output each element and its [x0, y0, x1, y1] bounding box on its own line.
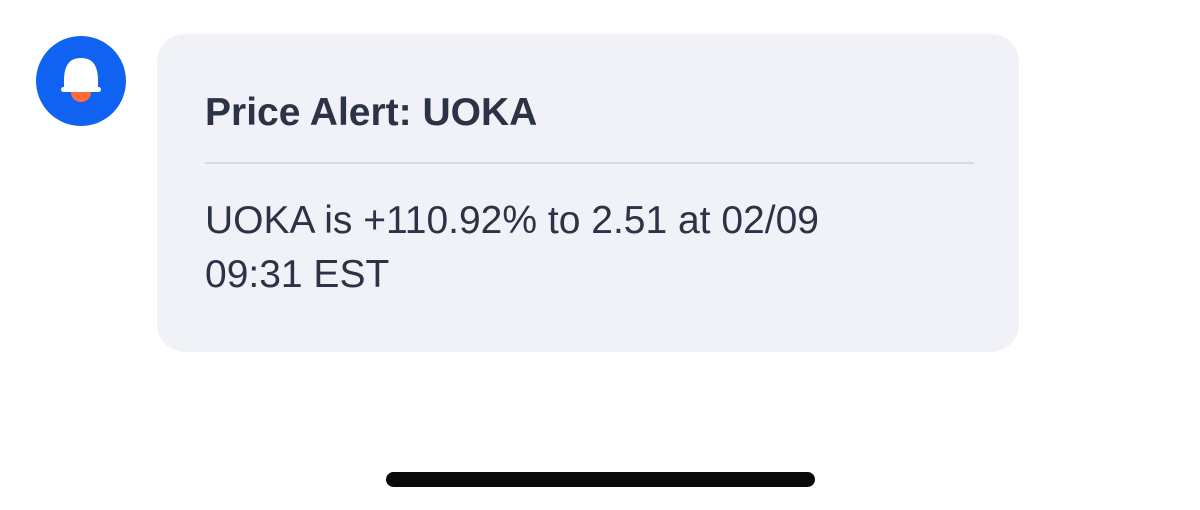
notification-body: UOKA is +110.92% to 2.51 at 02/09 09:31 E…	[205, 194, 945, 302]
home-indicator[interactable]	[386, 472, 815, 487]
notification-body-line-1: UOKA is +110.92% to 2.51 at 02/09	[205, 199, 819, 242]
notification-card[interactable]: Price Alert: UOKA UOKA is +110.92% to 2.…	[157, 34, 1019, 352]
app-avatar[interactable]	[36, 36, 126, 126]
notification-body-line-2: 09:31 EST	[205, 253, 390, 296]
notification-title: Price Alert: UOKA	[205, 91, 538, 134]
divider	[205, 162, 974, 164]
bell-icon	[61, 58, 101, 102]
